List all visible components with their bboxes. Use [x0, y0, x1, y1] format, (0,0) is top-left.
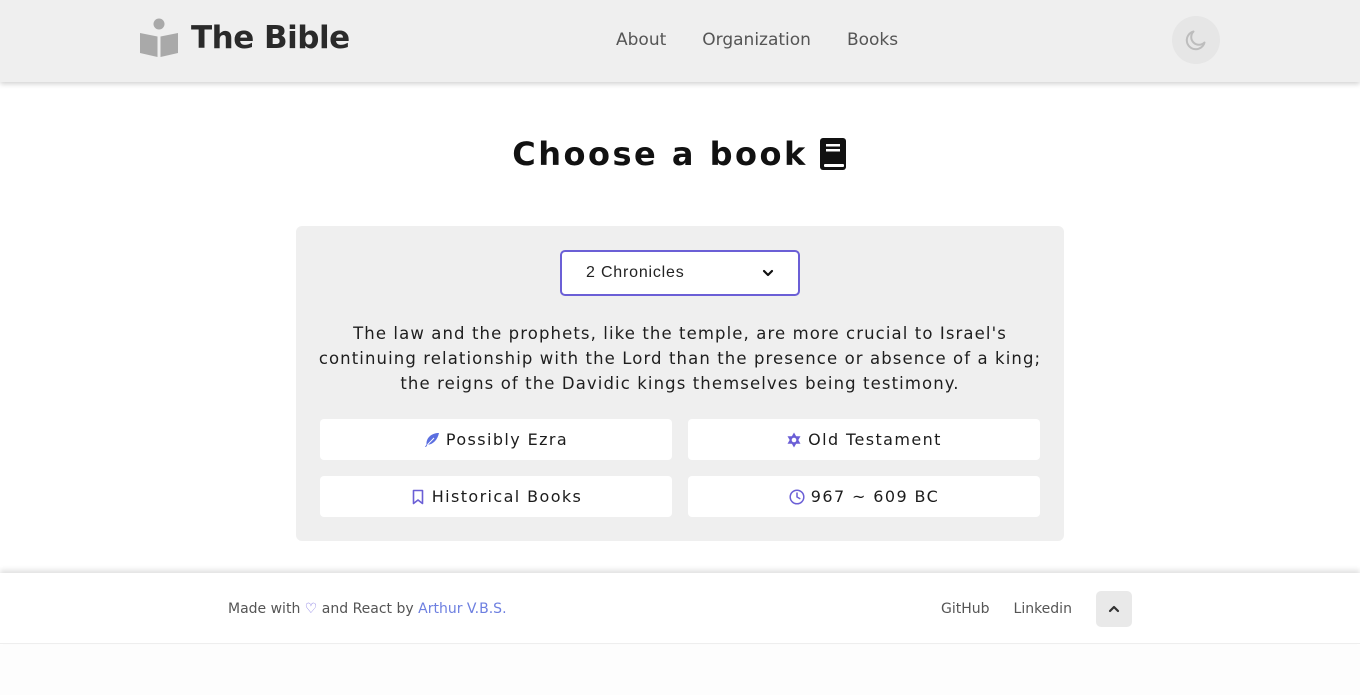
brand-link[interactable]: The Bible: [139, 18, 350, 58]
reader-icon: [140, 18, 178, 57]
nav-link-books[interactable]: Books: [847, 29, 898, 51]
book-icon: [819, 138, 846, 170]
page-title: Choose a book: [512, 135, 808, 173]
testament-label: Old Testament: [808, 430, 942, 449]
github-link[interactable]: GitHub: [941, 600, 990, 618]
book-card: 2 Chronicles The law and the prophets, l…: [296, 226, 1064, 541]
heart-icon: ♡: [304, 601, 318, 617]
book-select[interactable]: 2 Chronicles: [560, 250, 800, 296]
date-tile: 967 ~ 609 BC: [688, 476, 1040, 517]
theme-toggle-button[interactable]: [1172, 16, 1220, 64]
main-nav: About Organization Books: [616, 29, 898, 51]
and-react-by-text: and React by: [321, 601, 414, 617]
footer-credit: Made with ♡ and React by Arthur V.B.S.: [228, 600, 507, 618]
chevron-down-icon: [762, 269, 774, 277]
book-description: The law and the prophets, like the templ…: [318, 324, 1042, 393]
linkedin-link[interactable]: Linkedin: [1014, 600, 1072, 618]
scroll-top-button[interactable]: [1096, 591, 1132, 627]
category-label: Historical Books: [431, 487, 583, 506]
date-label: 967 ~ 609 BC: [810, 487, 940, 506]
chevron-up-icon: [1108, 605, 1120, 613]
nav-link-organization[interactable]: Organization: [702, 29, 811, 51]
page-bottom: [0, 645, 1360, 695]
category-tile: Historical Books: [320, 476, 672, 517]
page-title-row: Choose a book: [0, 132, 1360, 176]
brand-title: The Bible: [191, 20, 350, 56]
nav-link-about[interactable]: About: [616, 29, 666, 51]
made-with-text: Made with: [228, 601, 301, 617]
testament-tile: Old Testament: [688, 419, 1040, 460]
star-of-david-icon: [787, 432, 801, 447]
site-footer: Made with ♡ and React by Arthur V.B.S. G…: [0, 573, 1360, 644]
footer-links: GitHub Linkedin: [941, 600, 1072, 618]
book-select-value: 2 Chronicles: [586, 264, 685, 281]
author-label: Possibly Ezra: [445, 430, 569, 449]
feather-icon: [424, 432, 439, 447]
author-link[interactable]: Arthur V.B.S.: [418, 601, 506, 617]
site-header: The Bible About Organization Books: [0, 0, 1360, 82]
bookmark-icon: [412, 489, 424, 504]
moon-icon: [1185, 30, 1206, 51]
clock-icon: [789, 488, 805, 505]
author-tile: Possibly Ezra: [320, 419, 672, 460]
